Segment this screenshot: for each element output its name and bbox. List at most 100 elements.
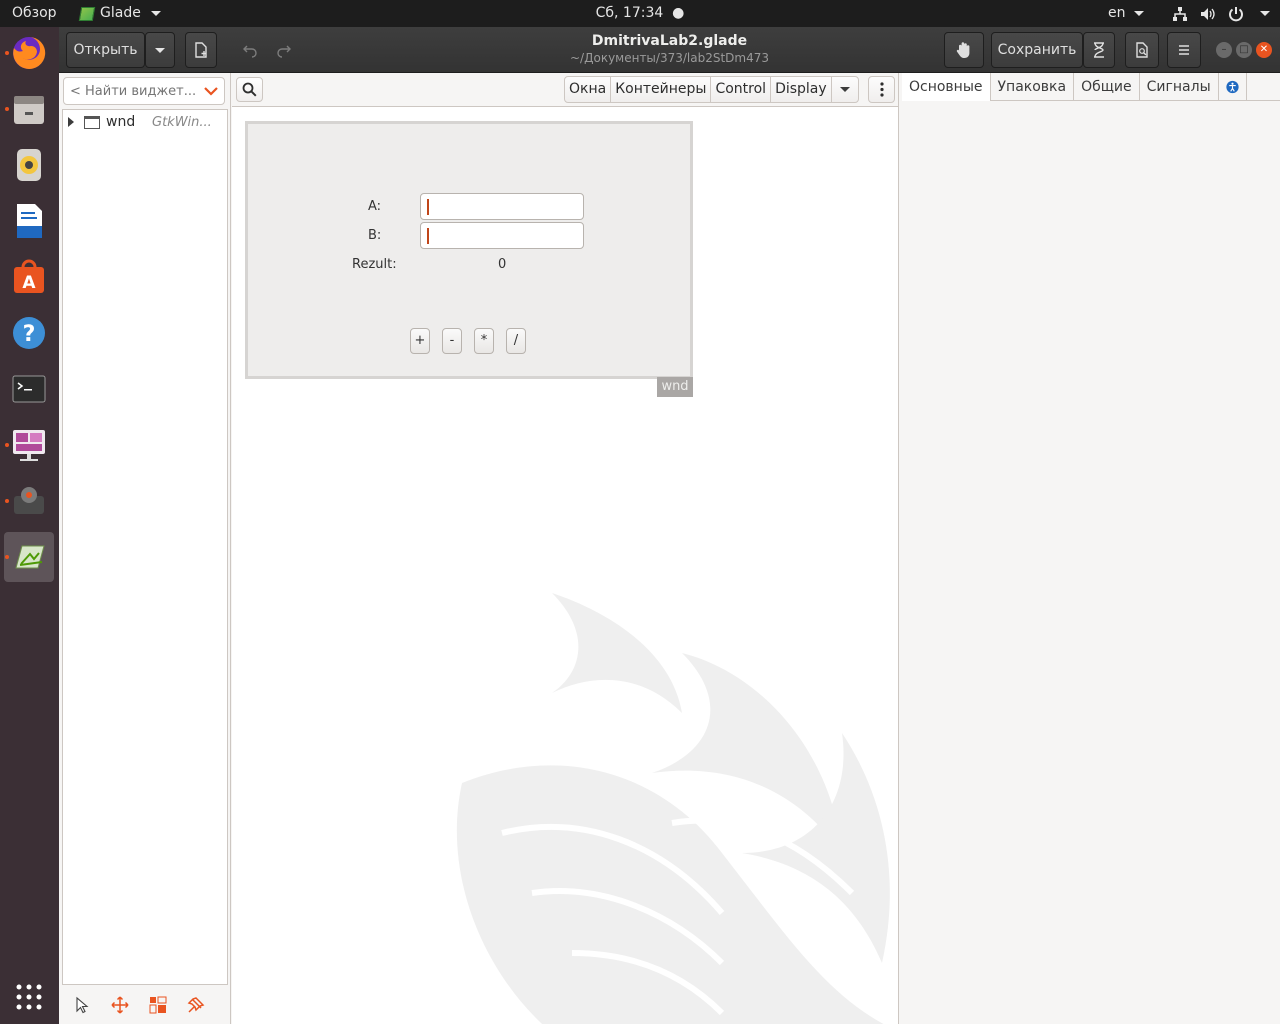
window-icon: [84, 115, 100, 129]
text-cursor: [427, 228, 429, 244]
minimize-icon: –: [1221, 44, 1227, 55]
drag-resize-button[interactable]: [944, 32, 984, 68]
dock-glade[interactable]: [4, 532, 54, 582]
margins-icon: [149, 996, 167, 1013]
save-as-button[interactable]: [1083, 32, 1115, 68]
label-a: A:: [368, 199, 382, 214]
system-menu[interactable]: [1172, 0, 1270, 27]
expander-arrow-icon[interactable]: [68, 117, 74, 127]
tab-signals[interactable]: Сигналы: [1140, 73, 1219, 101]
design-area: Окна Контейнеры Control Display A: B: Re…: [232, 73, 899, 1024]
dock-terminal[interactable]: [4, 364, 54, 414]
drag-resize-tool[interactable]: [107, 992, 133, 1018]
new-project-button[interactable]: [185, 32, 217, 68]
redo-button[interactable]: [267, 32, 301, 68]
app-menu[interactable]: Glade: [78, 0, 161, 27]
divide-button[interactable]: /: [506, 328, 526, 354]
new-document-icon: [195, 42, 207, 58]
language-label: en: [1108, 5, 1126, 21]
entry-a[interactable]: [420, 193, 584, 220]
tab-common[interactable]: Общие: [1074, 73, 1140, 101]
result-value: 0: [498, 257, 507, 272]
show-apps-button[interactable]: [4, 972, 54, 1022]
dock-rhythmbox[interactable]: [4, 140, 54, 190]
clock[interactable]: Сб, 17:34: [596, 5, 664, 21]
hamburger-menu-icon: [1179, 45, 1189, 55]
chevron-down-icon: [1260, 11, 1270, 16]
label-b: B:: [368, 228, 382, 243]
remote-desktop-icon: [13, 430, 45, 461]
chevron-down-icon: [839, 87, 850, 92]
software-store-icon: A: [14, 259, 44, 293]
entry-a-input[interactable]: [431, 194, 579, 219]
main-menu-button[interactable]: [1167, 32, 1201, 68]
palette-menu-button[interactable]: [868, 76, 895, 103]
vertical-ellipsis-icon: [879, 82, 884, 97]
tab-general[interactable]: Основные: [902, 73, 991, 101]
selector-tool[interactable]: [69, 992, 95, 1018]
hand-icon: [956, 42, 970, 58]
speaker-icon: [17, 149, 41, 181]
undo-button[interactable]: [233, 32, 267, 68]
maximize-button[interactable]: □: [1236, 42, 1252, 58]
tab-accessibility[interactable]: [1219, 73, 1247, 101]
gtk-window-preview[interactable]: A: B: Rezult: 0 + - * /: [245, 121, 693, 379]
widget-tree-panel: wnd GtkWin...: [59, 73, 231, 1024]
open-button-label: Открыть: [73, 42, 138, 58]
multiply-button[interactable]: *: [474, 328, 494, 354]
text-cursor: [427, 199, 429, 215]
glade-icon: [15, 545, 45, 569]
tree-row[interactable]: wnd GtkWin...: [63, 110, 227, 134]
close-button[interactable]: ✕: [1256, 42, 1272, 58]
notification-dot-icon: ●: [667, 5, 685, 21]
widget-search-input[interactable]: [70, 78, 200, 104]
dock-remote-desktop[interactable]: [4, 420, 54, 470]
language-indicator[interactable]: en: [1108, 0, 1144, 27]
alignment-tool[interactable]: [183, 992, 209, 1018]
dock-writer[interactable]: [4, 196, 54, 246]
pointer-icon: [76, 996, 89, 1013]
minimize-button[interactable]: –: [1216, 42, 1232, 58]
chevron-down-icon[interactable]: [204, 84, 218, 98]
palette-more-dropdown[interactable]: [832, 77, 858, 102]
running-indicator: [5, 499, 9, 503]
app-grid-icon: [16, 984, 42, 1010]
pin-icon: [187, 996, 205, 1013]
preview-button[interactable]: [1125, 32, 1159, 68]
entry-b[interactable]: [420, 222, 584, 249]
palette-search-button[interactable]: [236, 77, 263, 102]
entry-b-input[interactable]: [431, 223, 579, 248]
dock-firefox[interactable]: [4, 28, 54, 78]
activities-button[interactable]: Обзор: [12, 0, 57, 27]
label-result: Rezult:: [352, 257, 397, 272]
add-button[interactable]: +: [410, 328, 430, 354]
redo-icon: [277, 45, 291, 58]
network-icon: [1173, 6, 1187, 21]
dock-software[interactable]: A: [4, 252, 54, 302]
dock-files[interactable]: [4, 84, 54, 134]
dock: A ?: [0, 27, 59, 1024]
palette-group-display[interactable]: Display: [771, 77, 832, 102]
header-bar: Открыть DmitrivaLab2.glade ~/Документы/3…: [59, 27, 1280, 73]
window-name-tag: wnd: [657, 377, 693, 397]
dock-help[interactable]: ?: [4, 308, 54, 358]
dock-tools[interactable]: [4, 476, 54, 526]
tree-row-type: GtkWin...: [152, 114, 212, 130]
palette-group-control[interactable]: Control: [711, 77, 772, 102]
save-button[interactable]: Сохранить: [991, 32, 1083, 68]
palette-group-toplevels[interactable]: Окна: [565, 77, 612, 102]
open-recent-dropdown[interactable]: [145, 32, 175, 68]
help-icon: ?: [13, 317, 45, 349]
subtract-button[interactable]: -: [442, 328, 462, 354]
hourglass-icon: [1094, 42, 1104, 58]
clock-container: Сб, 17:34 ●: [0, 0, 1280, 27]
tab-packing[interactable]: Упаковка: [991, 73, 1075, 101]
margin-tool[interactable]: [145, 992, 171, 1018]
palette-groups: Окна Контейнеры Control Display: [564, 76, 859, 103]
document-icon: [17, 204, 42, 238]
palette-group-containers[interactable]: Контейнеры: [611, 77, 712, 102]
preview-document-icon: [1136, 42, 1148, 58]
running-indicator: [5, 555, 9, 559]
open-button[interactable]: Открыть: [66, 32, 145, 68]
svg-text:A: A: [22, 273, 36, 293]
